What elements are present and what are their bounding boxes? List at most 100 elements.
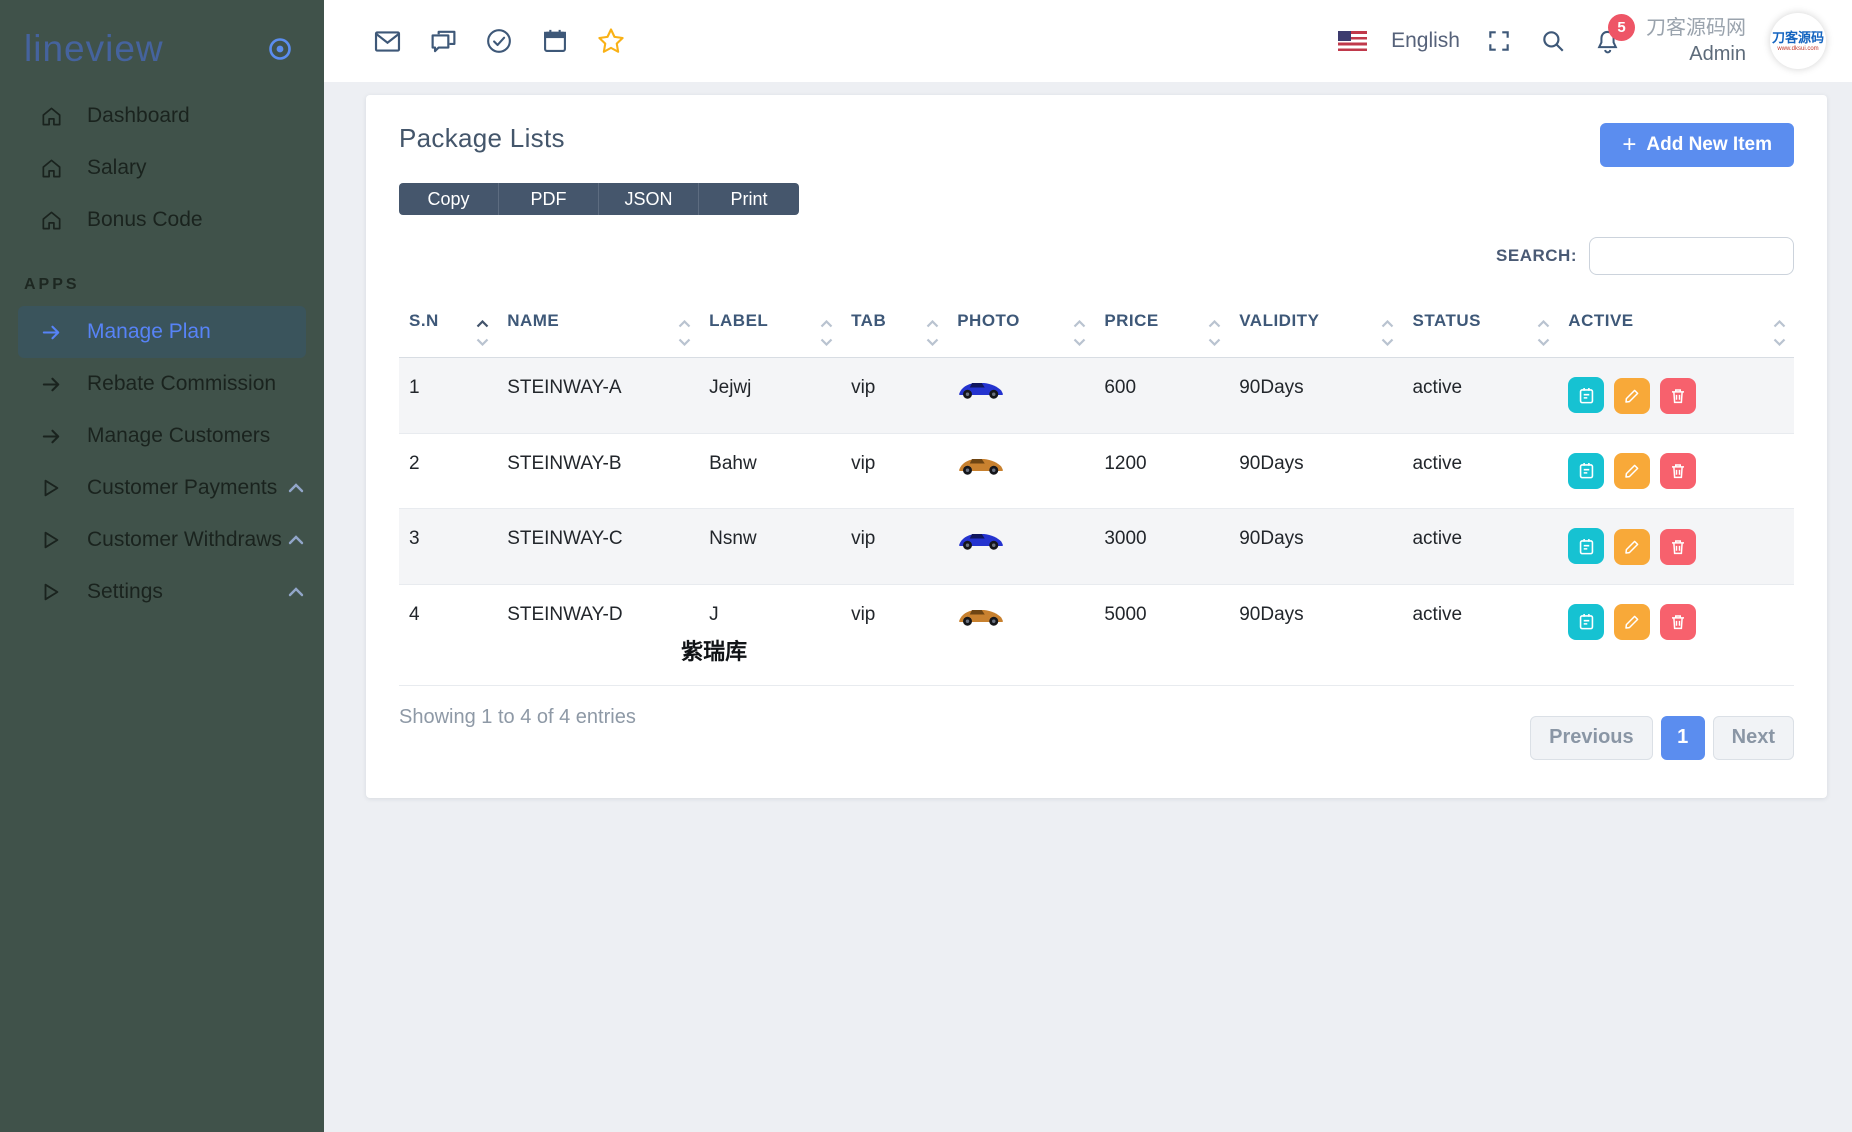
column-label: PHOTO	[957, 311, 1020, 330]
chat-icon[interactable]	[428, 26, 458, 56]
table-search-input[interactable]	[1589, 237, 1794, 275]
language-selector[interactable]: English	[1391, 29, 1460, 53]
pagination-previous-button[interactable]: Previous	[1530, 716, 1652, 760]
cell-label: Jejwj	[699, 358, 841, 434]
export-pdf-button[interactable]: PDF	[499, 183, 599, 215]
sidebar-item-manage-customers[interactable]: Manage Customers	[0, 410, 324, 462]
cell-sn: 1	[399, 358, 497, 434]
sidebar-item-label: Manage Plan	[87, 320, 211, 344]
star-icon[interactable]	[596, 26, 626, 56]
clipboard-icon	[1577, 612, 1596, 631]
triangle-right-icon	[40, 580, 64, 604]
user-org: 刀客源码网	[1646, 15, 1746, 41]
showing-entries-text: Showing 1 to 4 of 4 entries	[399, 706, 636, 729]
sort-asc-icon	[1773, 313, 1786, 333]
us-flag-icon[interactable]	[1338, 31, 1367, 51]
home-icon	[40, 104, 64, 128]
triangle-right-icon	[40, 476, 64, 500]
cell-sn: 2	[399, 433, 497, 509]
column-header-name[interactable]: NAME	[497, 303, 699, 358]
cell-name: STEINWAY-C	[497, 509, 699, 585]
export-copy-button[interactable]: Copy	[399, 183, 499, 215]
edit-button[interactable]	[1614, 378, 1650, 414]
topbar: English 5 刀客源码网 Admin	[324, 0, 1852, 82]
sidebar-toggle-icon[interactable]	[266, 35, 294, 63]
app-logo: lineview	[24, 28, 164, 70]
trash-icon	[1669, 613, 1687, 631]
notifications-bell-icon[interactable]: 5	[1592, 26, 1622, 56]
sidebar-item-label: Dashboard	[87, 104, 190, 128]
home-icon	[40, 208, 64, 232]
cell-tab: vip	[841, 584, 947, 685]
sort-asc-icon	[1208, 313, 1221, 333]
fullscreen-icon[interactable]	[1484, 26, 1514, 56]
cell-name: STEINWAY-B	[497, 433, 699, 509]
sidebar-apps-nav: Manage Plan Rebate Commission Manage Custo…	[0, 306, 324, 618]
sidebar-item-label: Bonus Code	[87, 208, 203, 232]
cell-actions	[1558, 509, 1794, 585]
sort-asc-icon	[1381, 313, 1394, 333]
search-label: SEARCH:	[1496, 246, 1577, 266]
cell-sn: 3	[399, 509, 497, 585]
column-header-sn[interactable]: S.N	[399, 303, 497, 358]
column-header-label[interactable]: LABEL	[699, 303, 841, 358]
sort-desc-icon	[678, 331, 691, 351]
sidebar-item-label: Rebate Commission	[87, 372, 276, 396]
view-button[interactable]	[1568, 528, 1604, 564]
cell-validity: 90Days	[1229, 509, 1402, 585]
orange-car-photo	[957, 453, 1005, 477]
cell-status: active	[1402, 358, 1558, 434]
view-button[interactable]	[1568, 377, 1604, 413]
edit-button[interactable]	[1614, 604, 1650, 640]
check-circle-icon[interactable]	[484, 26, 514, 56]
export-print-button[interactable]: Print	[699, 183, 799, 215]
sidebar-item-salary[interactable]: Salary	[0, 142, 324, 194]
column-header-tab[interactable]: TAB	[841, 303, 947, 358]
add-new-item-button[interactable]: + Add New Item	[1600, 123, 1794, 167]
sidebar-item-customer-withdraws[interactable]: Customer Withdraws	[0, 514, 324, 566]
view-button[interactable]	[1568, 453, 1604, 489]
delete-button[interactable]	[1660, 378, 1696, 414]
user-menu[interactable]: 刀客源码网 Admin	[1646, 15, 1746, 67]
search-icon[interactable]	[1538, 26, 1568, 56]
pencil-icon	[1623, 613, 1641, 631]
sidebar-item-bonus-code[interactable]: Bonus Code	[0, 194, 324, 246]
edit-button[interactable]	[1614, 529, 1650, 565]
column-label: VALIDITY	[1239, 311, 1319, 330]
pagination-next-button[interactable]: Next	[1713, 716, 1794, 760]
calendar-icon[interactable]	[540, 26, 570, 56]
sidebar-item-manage-plan[interactable]: Manage Plan	[18, 306, 306, 358]
trash-icon	[1669, 538, 1687, 556]
avatar[interactable]: 刀客源码 www.dksui.com	[1770, 13, 1826, 69]
mail-icon[interactable]	[372, 26, 402, 56]
sidebar-item-settings[interactable]: Settings	[0, 566, 324, 618]
pagination-page-1-button[interactable]: 1	[1661, 716, 1705, 760]
edit-button[interactable]	[1614, 453, 1650, 489]
cell-name: STEINWAY-A	[497, 358, 699, 434]
plus-icon: +	[1622, 133, 1636, 157]
blue-car-photo	[957, 377, 1005, 401]
delete-button[interactable]	[1660, 453, 1696, 489]
column-header-validity[interactable]: VALIDITY	[1229, 303, 1402, 358]
delete-button[interactable]	[1660, 604, 1696, 640]
cell-label: Bahw	[699, 433, 841, 509]
sidebar-item-dashboard[interactable]: Dashboard	[0, 90, 324, 142]
sidebar-item-customer-payments[interactable]: Customer Payments	[0, 462, 324, 514]
sidebar-section-label: APPS	[0, 246, 324, 306]
cell-tab: vip	[841, 358, 947, 434]
column-header-photo[interactable]: PHOTO	[947, 303, 1094, 358]
sidebar-item-rebate-commission[interactable]: Rebate Commission	[0, 358, 324, 410]
view-button[interactable]	[1568, 604, 1604, 640]
sort-desc-icon	[1381, 331, 1394, 351]
arrow-right-icon	[40, 424, 64, 448]
cell-price: 600	[1094, 358, 1229, 434]
cell-label: Nsnw	[699, 509, 841, 585]
export-json-button[interactable]: JSON	[599, 183, 699, 215]
column-header-price[interactable]: PRICE	[1094, 303, 1229, 358]
cell-sn: 4	[399, 584, 497, 685]
topbar-quick-icons	[372, 26, 626, 56]
column-header-active[interactable]: ACTIVE	[1558, 303, 1794, 358]
delete-button[interactable]	[1660, 529, 1696, 565]
sidebar-item-label: Customer Payments	[87, 476, 277, 500]
column-header-status[interactable]: STATUS	[1402, 303, 1558, 358]
